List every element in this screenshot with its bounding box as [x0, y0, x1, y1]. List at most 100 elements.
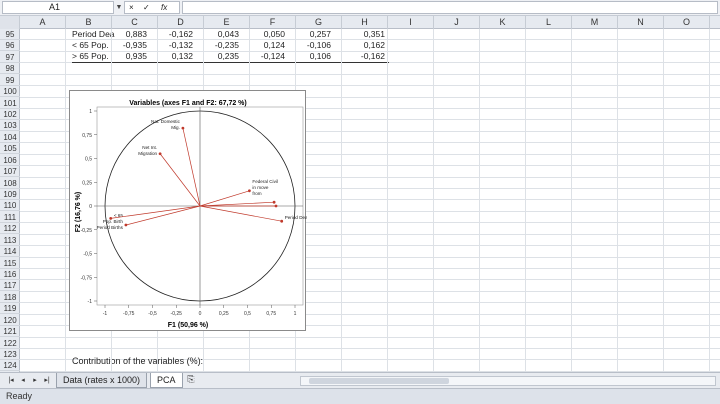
- gridline: [617, 29, 618, 372]
- sheet-tabs-bar: |◂ ◂ ▸ ▸| Data (rates x 1000) PCA ⎘: [0, 372, 720, 388]
- variable-label: in move: [252, 185, 269, 190]
- chevron-down-icon[interactable]: ▼: [114, 1, 124, 14]
- row-header-124[interactable]: 124: [0, 360, 20, 372]
- value-cell[interactable]: 0,162: [335, 40, 385, 51]
- variable-vector: [199, 205, 282, 222]
- x-tick-label: -0,5: [148, 311, 157, 317]
- name-box[interactable]: A1: [2, 1, 114, 14]
- column-header-k[interactable]: K: [480, 16, 526, 29]
- gridline: [20, 348, 720, 350]
- x-tick-label: 0: [199, 311, 202, 317]
- row-header-109[interactable]: 109: [0, 189, 20, 201]
- variable-point: [274, 204, 278, 208]
- variable-label: Net Int.: [142, 145, 157, 150]
- row-header-110[interactable]: 110: [0, 200, 20, 212]
- column-header-h[interactable]: H: [342, 16, 388, 29]
- row-header-106[interactable]: 106: [0, 155, 20, 166]
- column-header-m[interactable]: M: [572, 16, 618, 29]
- enter-icon[interactable]: ✓: [143, 2, 150, 13]
- row-header-99[interactable]: 99: [0, 75, 20, 86]
- column-header-a[interactable]: A: [20, 16, 66, 29]
- next-sheet-icon[interactable]: ▸: [30, 375, 40, 386]
- gridline: [571, 29, 572, 372]
- row-header-121[interactable]: 121: [0, 326, 20, 338]
- scrollbar-thumb[interactable]: [309, 378, 449, 384]
- value-cell[interactable]: 0,351: [335, 29, 385, 40]
- row-header-105[interactable]: 105: [0, 143, 20, 155]
- gridline: [663, 29, 664, 372]
- column-header-d[interactable]: D: [158, 16, 204, 29]
- row-header-97[interactable]: 97: [0, 52, 20, 63]
- row-header-111[interactable]: 111: [0, 212, 20, 223]
- column-header-l[interactable]: L: [526, 16, 572, 29]
- column-header-row: ABCDEFGHIJKLMNO: [0, 16, 720, 29]
- x-tick-label: 1: [294, 311, 297, 317]
- variable-point: [280, 219, 284, 223]
- prev-sheet-icon[interactable]: ◂: [18, 375, 28, 386]
- formula-buttons: × ✓ fx: [124, 1, 180, 14]
- variable-vector: [110, 205, 201, 219]
- gridline: [20, 336, 720, 338]
- column-header-n[interactable]: N: [618, 16, 664, 29]
- y-tick-label: -0,25: [81, 228, 93, 234]
- variable-point: [158, 152, 162, 156]
- row-header-119[interactable]: 119: [0, 303, 20, 315]
- row-header-95[interactable]: 95: [0, 29, 20, 40]
- value-cell[interactable]: -0,162: [335, 51, 385, 62]
- row-header-112[interactable]: 112: [0, 223, 20, 235]
- first-sheet-icon[interactable]: |◂: [6, 375, 16, 386]
- insert-sheet-icon[interactable]: ⎘: [186, 374, 196, 385]
- gridline: [20, 73, 720, 75]
- status-bar: Ready: [0, 388, 720, 404]
- row-header-100[interactable]: 100: [0, 86, 20, 98]
- row-header-113[interactable]: 113: [0, 235, 20, 246]
- row-header-104[interactable]: 104: [0, 132, 20, 143]
- y-tick-label: -0,75: [81, 275, 93, 281]
- tab-pca[interactable]: PCA: [150, 373, 183, 388]
- pca-correlation-chart[interactable]: Variables (axes F1 and F2: 67,72 %) F1 (…: [69, 90, 315, 331]
- variable-label: Migration: [138, 151, 157, 156]
- variable-label: Period Births: [97, 225, 124, 230]
- row-header-101[interactable]: 101: [0, 98, 20, 109]
- horizontal-scrollbar[interactable]: [300, 376, 716, 386]
- row-header-107[interactable]: 107: [0, 166, 20, 178]
- column-header-b[interactable]: B: [66, 16, 112, 29]
- row-header-102[interactable]: 102: [0, 109, 20, 120]
- row-header-117[interactable]: 117: [0, 280, 20, 292]
- row-header-122[interactable]: 122: [0, 338, 20, 349]
- column-header-g[interactable]: G: [296, 16, 342, 29]
- formula-input[interactable]: [182, 1, 718, 14]
- y-tick-label: -1: [88, 299, 93, 305]
- row-header-103[interactable]: 103: [0, 120, 20, 132]
- row-header-108[interactable]: 108: [0, 178, 20, 189]
- row-header-114[interactable]: 114: [0, 246, 20, 258]
- column-header-e[interactable]: E: [204, 16, 250, 29]
- variable-label: from: [252, 191, 261, 196]
- column-header-o[interactable]: O: [664, 16, 710, 29]
- fx-icon[interactable]: fx: [161, 2, 167, 13]
- column-header-j[interactable]: J: [434, 16, 480, 29]
- row-header-96[interactable]: 96: [0, 40, 20, 52]
- column-header-i[interactable]: I: [388, 16, 434, 29]
- row-header-120[interactable]: 120: [0, 315, 20, 326]
- row-header-98[interactable]: 98: [0, 63, 20, 75]
- row-header-115[interactable]: 115: [0, 258, 20, 269]
- variable-label: Pop. Birth: [103, 219, 124, 224]
- cancel-icon[interactable]: ×: [129, 2, 134, 13]
- select-all-corner[interactable]: [0, 16, 20, 29]
- column-header-f[interactable]: F: [250, 16, 296, 29]
- variable-label: Nat. Domestic: [151, 119, 181, 124]
- gridline: [387, 29, 388, 372]
- row-header-118[interactable]: 118: [0, 292, 20, 303]
- contribution-label: Contribution of the variables (%):: [72, 356, 204, 366]
- last-sheet-icon[interactable]: ▸|: [42, 375, 52, 386]
- gridline: [479, 29, 480, 372]
- variable-point: [248, 189, 251, 193]
- gridline: [20, 85, 720, 87]
- row-header-123[interactable]: 123: [0, 349, 20, 361]
- tab-data-rates[interactable]: Data (rates x 1000): [56, 373, 148, 388]
- gridline: [525, 29, 526, 372]
- column-header-c[interactable]: C: [112, 16, 158, 29]
- variable-point: [109, 216, 113, 220]
- row-header-116[interactable]: 116: [0, 269, 20, 281]
